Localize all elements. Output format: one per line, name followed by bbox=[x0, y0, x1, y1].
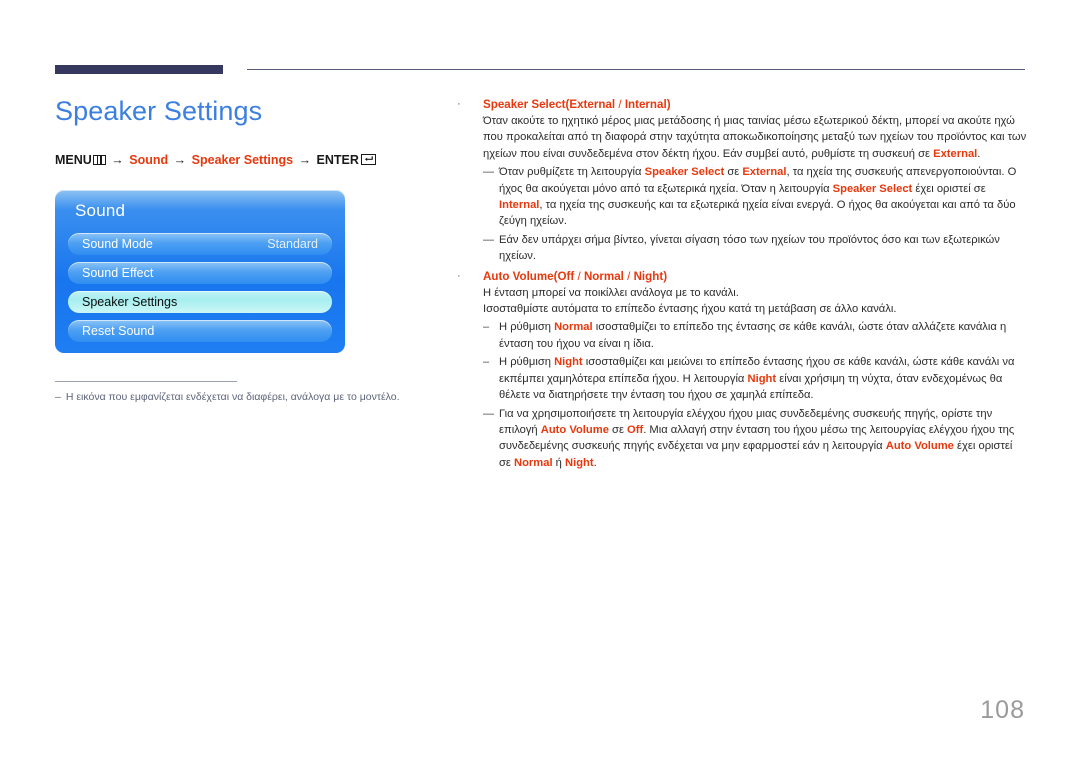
note-dash: ― bbox=[483, 232, 499, 265]
note-dash: ― bbox=[483, 164, 499, 230]
paragraph-tail: . bbox=[977, 148, 980, 160]
keyword-external: External bbox=[933, 148, 977, 160]
osd-row-label: Sound Mode bbox=[82, 237, 153, 251]
osd-row-sound-mode[interactable]: Sound Mode Standard bbox=[68, 233, 332, 255]
keyword-night-2: Night bbox=[748, 373, 777, 385]
keyword-normal: Normal bbox=[514, 457, 553, 469]
paragraph-auto-volume-1: Η ένταση μπορεί να ποικίλλει ανάλογα με … bbox=[483, 285, 1027, 301]
keyword-external: External bbox=[742, 166, 786, 178]
heading-term: Speaker Select bbox=[483, 98, 566, 111]
menu-label: MENU bbox=[55, 153, 92, 167]
path-arrow-3: → bbox=[297, 153, 314, 167]
keyword-speaker-select: Speaker Select bbox=[645, 166, 725, 178]
keyword-normal: Normal bbox=[554, 321, 593, 333]
sub-seg-1: Η ρύθμιση bbox=[499, 356, 554, 368]
osd-title: Sound bbox=[75, 201, 125, 221]
osd-row-label: Reset Sound bbox=[82, 324, 154, 338]
note-seg-4: έχει οριστεί σε bbox=[912, 183, 985, 195]
keyword-night: Night bbox=[554, 356, 583, 368]
sub-note-night: – Η ρύθμιση Night ισοσταθμίζει και μειών… bbox=[483, 354, 1027, 403]
note-text: Για να χρησιμοποιήσετε τη λειτουργία ελέ… bbox=[499, 406, 1027, 472]
bullet-auto-volume: · Auto Volume(Off / Normal / Night) Η έν… bbox=[457, 268, 1027, 473]
osd-row-speaker-settings[interactable]: Speaker Settings bbox=[68, 291, 332, 313]
osd-row-value: Standard bbox=[267, 237, 318, 251]
option-off: Off bbox=[558, 270, 575, 283]
sub-note-dash: – bbox=[483, 319, 499, 352]
paren-close: ) bbox=[667, 98, 671, 111]
note-seg-5: ή bbox=[553, 457, 565, 469]
osd-row-reset-sound[interactable]: Reset Sound bbox=[68, 320, 332, 342]
note-seg-5: , τα ηχεία της συσκευής και τα εξωτερικά… bbox=[499, 199, 1016, 227]
paragraph-speaker-select: Όταν ακούτε το ηχητικό μέρος μιας μετάδο… bbox=[483, 113, 1027, 162]
keyword-internal: Internal bbox=[499, 199, 539, 211]
note-speaker-select-2: ― Εάν δεν υπάρχει σήμα βίντεο, γίνεται σ… bbox=[483, 232, 1027, 265]
footnote: – Η εικόνα που εμφανίζεται ενδέχεται να … bbox=[55, 390, 415, 404]
menu-grid-icon bbox=[93, 155, 106, 165]
paragraph-auto-volume-2: Ισοσταθμίστε αυτόματα το επίπεδο έντασης… bbox=[483, 301, 1027, 317]
keyword-speaker-select-2: Speaker Select bbox=[833, 183, 913, 195]
heading-term: Auto Volume bbox=[483, 270, 554, 283]
bullet-heading-auto-volume: Auto Volume(Off / Normal / Night) bbox=[483, 268, 1027, 285]
sub-note-dash: – bbox=[483, 354, 499, 403]
sub-note-text: Η ρύθμιση Normal ισοσταθμίζει το επίπεδο… bbox=[499, 319, 1027, 352]
bullet-marker: · bbox=[457, 96, 483, 267]
osd-row-label: Sound Effect bbox=[82, 266, 153, 280]
path-arrow-1: → bbox=[109, 153, 126, 167]
osd-row-sound-effect[interactable]: Sound Effect bbox=[68, 262, 332, 284]
footnote-text: Η εικόνα που εμφανίζεται ενδέχεται να δι… bbox=[66, 390, 400, 404]
enter-label: ENTER bbox=[317, 153, 359, 167]
osd-row-label: Speaker Settings bbox=[82, 295, 177, 309]
footnote-dash: – bbox=[55, 390, 61, 404]
sub-note-text: Η ρύθμιση Night ισοσταθμίζει και μειώνει… bbox=[499, 354, 1027, 403]
path-arrow-2: → bbox=[172, 153, 189, 167]
option-external: External bbox=[569, 98, 615, 111]
menu-navigation-path: MENU → Sound → Speaker Settings → ENTER bbox=[55, 152, 435, 168]
note-text: Εάν δεν υπάρχει σήμα βίντεο, γίνεται σίγ… bbox=[499, 232, 1027, 265]
keyword-auto-volume: Auto Volume bbox=[541, 424, 609, 436]
enter-return-icon bbox=[361, 154, 376, 165]
page-number: 108 bbox=[980, 696, 1025, 725]
footnote-block: – Η εικόνα που εμφανίζεται ενδέχεται να … bbox=[55, 381, 415, 404]
left-column: Speaker Settings MENU → Sound → Speaker … bbox=[55, 92, 435, 404]
option-internal: Internal bbox=[625, 98, 667, 111]
option-separator-2: / bbox=[624, 270, 634, 283]
bullet-heading-speaker-select: Speaker Select(External / Internal) bbox=[483, 96, 1027, 113]
note-text: Όταν ρυθμίζετε τη λειτουργία Speaker Sel… bbox=[499, 164, 1027, 230]
footnote-divider bbox=[55, 381, 237, 382]
page-header-rules bbox=[0, 0, 1080, 90]
sub-note-normal: – Η ρύθμιση Normal ισοσταθμίζει το επίπε… bbox=[483, 319, 1027, 352]
keyword-auto-volume-2: Auto Volume bbox=[886, 440, 954, 452]
bullet-content: Speaker Select(External / Internal) Όταν… bbox=[483, 96, 1027, 267]
header-accent-bar bbox=[55, 65, 223, 74]
paren-close: ) bbox=[663, 270, 667, 283]
option-night: Night bbox=[634, 270, 664, 283]
option-separator: / bbox=[615, 98, 625, 111]
option-separator-1: / bbox=[574, 270, 584, 283]
bullet-speaker-select: · Speaker Select(External / Internal) Ότ… bbox=[457, 96, 1027, 267]
path-step-sound[interactable]: Sound bbox=[129, 153, 168, 167]
bullet-content: Auto Volume(Off / Normal / Night) Η έντα… bbox=[483, 268, 1027, 473]
osd-menu-list: Sound Mode Standard Sound Effect Speaker… bbox=[68, 233, 332, 342]
osd-sound-menu: Sound Sound Mode Standard Sound Effect S… bbox=[55, 190, 345, 353]
note-dash: ― bbox=[483, 406, 499, 472]
note-seg-1: Όταν ρυθμίζετε τη λειτουργία bbox=[499, 166, 645, 178]
note-seg-2: σε bbox=[609, 424, 627, 436]
header-hairline bbox=[247, 69, 1025, 70]
note-seg-2: σε bbox=[724, 166, 742, 178]
note-auto-volume: ― Για να χρησιμοποιήσετε τη λειτουργία ε… bbox=[483, 406, 1027, 472]
option-normal: Normal bbox=[584, 270, 624, 283]
sub-seg-1: Η ρύθμιση bbox=[499, 321, 554, 333]
keyword-off: Off bbox=[627, 424, 643, 436]
page-title: Speaker Settings bbox=[55, 92, 435, 128]
keyword-night: Night bbox=[565, 457, 594, 469]
note-seg-6: . bbox=[594, 457, 597, 469]
note-speaker-select-1: ― Όταν ρυθμίζετε τη λειτουργία Speaker S… bbox=[483, 164, 1027, 230]
path-step-speaker-settings[interactable]: Speaker Settings bbox=[192, 153, 293, 167]
right-column: · Speaker Select(External / Internal) Ότ… bbox=[457, 96, 1027, 474]
bullet-marker: · bbox=[457, 268, 483, 473]
